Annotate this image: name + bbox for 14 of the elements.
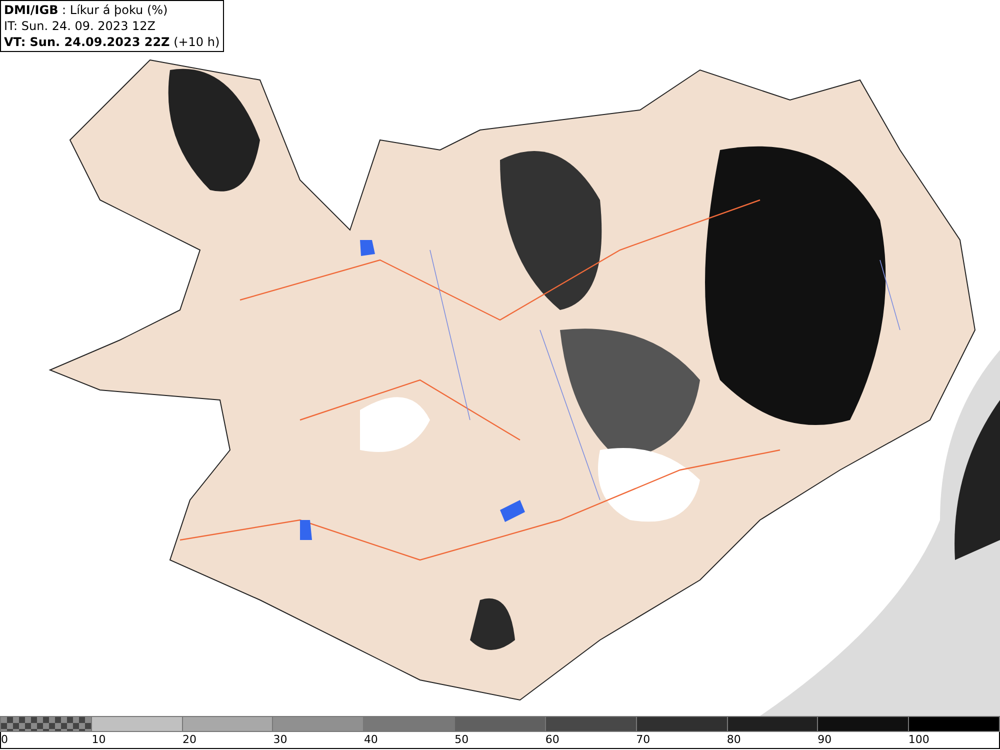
legend-label: 10 [92,732,106,747]
legend-label: 40 [364,732,378,747]
header-text: IT: Sun. 24. 09. 2023 12Z [4,18,157,34]
legend-label: 50 [454,732,469,747]
legend-label: 90 [818,732,832,747]
legend-label: 30 [273,732,288,747]
legend-label: 20 [182,732,196,747]
legend-label: 60 [545,732,560,747]
legend-label: 80 [726,732,741,747]
header-text: VT: Sun. 24.09.2023 22Z (+10 h) [4,34,220,50]
legend-label: 100 [908,732,930,747]
legend-label: 0 [1,732,8,747]
legend-label: 70 [636,732,650,747]
header-text: DMI/IGB : Líkur á þoku (%) [4,2,169,18]
